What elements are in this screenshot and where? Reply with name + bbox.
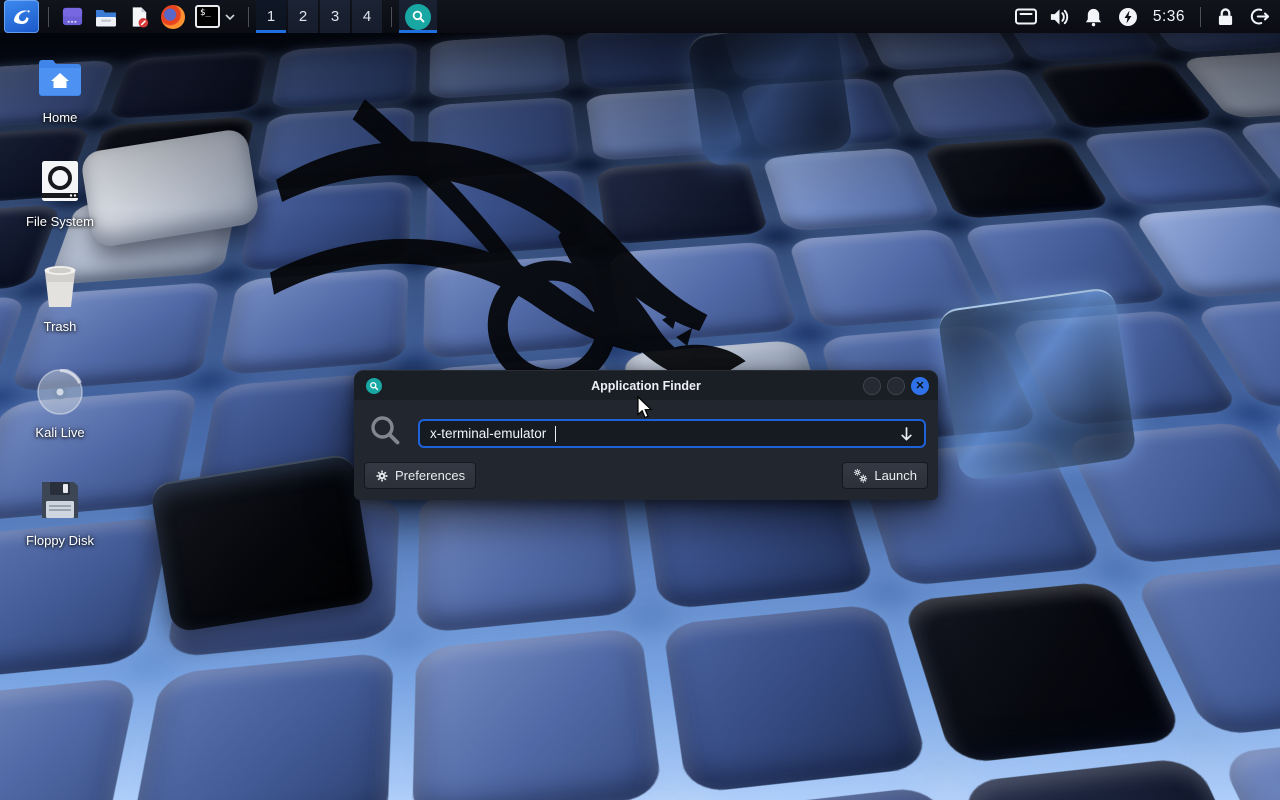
workspace-3[interactable]: 3: [320, 0, 350, 33]
wallpaper-cube: [663, 603, 930, 793]
wallpaper-cube: [0, 676, 138, 800]
wallpaper-glass-cube: [937, 286, 1137, 481]
workspace-switcher: 1 2 3 4: [256, 0, 384, 33]
system-tray: 5:36: [1009, 0, 1276, 33]
kali-menu-button[interactable]: [4, 0, 39, 33]
mouse-cursor: [637, 396, 654, 420]
wallpaper-cube: [417, 477, 640, 633]
logout-icon[interactable]: [1242, 0, 1276, 33]
desktop-icon-label: Kali Live: [12, 425, 108, 440]
disc-icon: [37, 369, 83, 415]
volume-icon[interactable]: [1043, 0, 1077, 33]
launcher-desktop[interactable]: [56, 0, 89, 33]
chevron-down-icon[interactable]: [224, 11, 236, 23]
panel-separator: [248, 7, 249, 27]
desktop-icon-label: Home: [12, 110, 108, 125]
launcher-file-manager[interactable]: [89, 0, 123, 33]
desktop-icon-trash[interactable]: Trash: [12, 262, 108, 334]
workspace-4[interactable]: 4: [352, 0, 382, 33]
window-title: Application Finder: [354, 379, 938, 393]
wallpaper-cube: [1217, 728, 1280, 800]
launcher-group: $_ 1 2 3 4: [4, 0, 437, 33]
taskbar-application-finder[interactable]: [399, 0, 437, 33]
wallpaper-cube: [889, 68, 1062, 139]
folder-icon: [94, 5, 118, 29]
wallpaper-cube: [901, 580, 1186, 764]
maximize-button[interactable]: [887, 377, 905, 395]
wallpaper-dark-cube: [150, 453, 376, 633]
wallpaper-cube: [923, 137, 1113, 220]
desktop-icon-file-system[interactable]: File System: [12, 157, 108, 229]
drive-icon: [38, 159, 82, 203]
top-panel: $_ 1 2 3 4: [0, 0, 1280, 33]
home-folder-icon: [37, 56, 83, 98]
window-controls: ✕: [863, 377, 929, 395]
desktop-root: $_ 1 2 3 4: [0, 0, 1280, 800]
desktop-icon-kali-live[interactable]: Kali Live: [12, 368, 108, 440]
wallpaper-cube: [412, 627, 663, 800]
desktop-icon-label: File System: [12, 214, 108, 229]
text-caret: [555, 426, 556, 442]
desktop-icon-label: Floppy Disk: [12, 533, 108, 548]
dropdown-arrow-icon[interactable]: [899, 426, 914, 442]
search-icon: [369, 414, 402, 447]
wallpaper-cube: [126, 651, 394, 800]
firefox-icon: [161, 5, 185, 29]
clock[interactable]: 5:36: [1145, 8, 1193, 26]
app-finder-icon: [405, 4, 431, 30]
launcher-text-editor[interactable]: [123, 0, 156, 33]
gear-icon: [375, 469, 389, 483]
close-button[interactable]: ✕: [911, 377, 929, 395]
panel-separator: [1200, 7, 1201, 27]
preferences-button[interactable]: Preferences: [364, 462, 476, 489]
launch-button[interactable]: Launch: [842, 462, 928, 489]
minimize-button[interactable]: [863, 377, 881, 395]
panel-separator: [48, 7, 49, 27]
lock-screen-icon[interactable]: [1208, 0, 1242, 33]
power-manager-icon[interactable]: [1111, 0, 1145, 33]
window-icon: [61, 5, 84, 28]
workspace-1[interactable]: 1: [256, 0, 286, 33]
desktop-icon-home[interactable]: Home: [12, 53, 108, 125]
terminal-icon: $_: [195, 5, 220, 28]
wallpaper-cube: [429, 34, 571, 99]
panel-separator: [391, 7, 392, 27]
dialog-actions: Preferences Launch: [364, 462, 928, 489]
search-input[interactable]: x-terminal-emulator: [418, 419, 926, 448]
launcher-terminal[interactable]: $_: [190, 0, 241, 33]
document-icon: [128, 5, 151, 29]
floppy-icon: [38, 478, 82, 522]
search-input-value: x-terminal-emulator: [430, 426, 546, 441]
application-finder-window: Application Finder ✕ x-terminal-emulator: [354, 370, 938, 500]
desktop-icon-floppy-disk[interactable]: Floppy Disk: [12, 476, 108, 548]
kali-dragon-icon: [10, 5, 34, 29]
notifications-bell-icon[interactable]: [1077, 0, 1111, 33]
trash-icon: [39, 263, 81, 309]
wallpaper-cube: [108, 51, 268, 119]
preferences-label: Preferences: [395, 468, 465, 483]
app-finder-icon: [366, 378, 382, 394]
workspace-2[interactable]: 2: [288, 0, 318, 33]
display-settings-icon[interactable]: [1009, 0, 1043, 33]
launch-gears-icon: [853, 468, 868, 483]
desktop-icon-label: Trash: [12, 319, 108, 334]
launch-label: Launch: [874, 468, 917, 483]
launcher-firefox[interactable]: [156, 0, 190, 33]
